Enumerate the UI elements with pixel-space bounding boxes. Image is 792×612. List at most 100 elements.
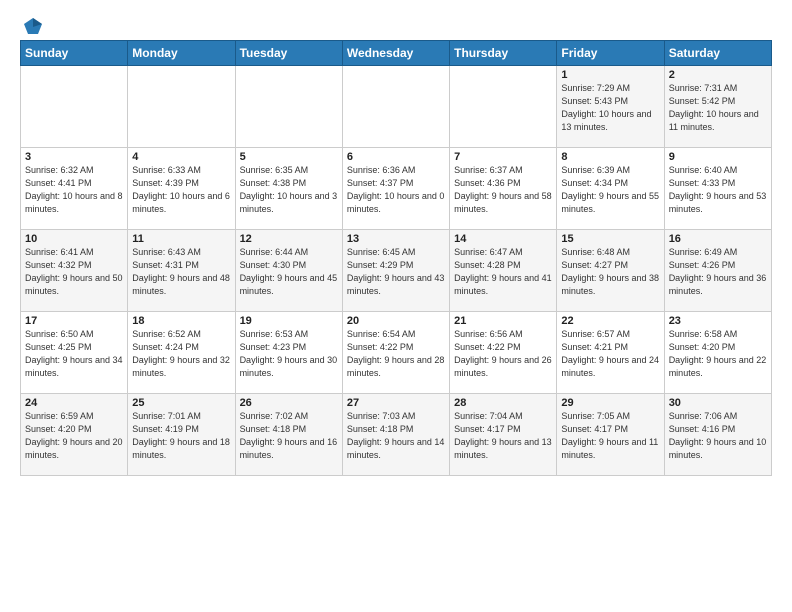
day-info: Sunrise: 7:03 AM Sunset: 4:18 PM Dayligh… <box>347 410 445 462</box>
calendar-day-cell: 14Sunrise: 6:47 AM Sunset: 4:28 PM Dayli… <box>450 230 557 312</box>
day-number: 29 <box>561 397 659 409</box>
day-info: Sunrise: 7:31 AM Sunset: 5:42 PM Dayligh… <box>669 82 767 134</box>
day-number: 23 <box>669 315 767 327</box>
day-info: Sunrise: 6:59 AM Sunset: 4:20 PM Dayligh… <box>25 410 123 462</box>
day-number: 16 <box>669 233 767 245</box>
logo <box>20 16 44 34</box>
day-info: Sunrise: 6:53 AM Sunset: 4:23 PM Dayligh… <box>240 328 338 380</box>
calendar-day-cell: 28Sunrise: 7:04 AM Sunset: 4:17 PM Dayli… <box>450 394 557 476</box>
day-info: Sunrise: 6:39 AM Sunset: 4:34 PM Dayligh… <box>561 164 659 216</box>
calendar-page: SundayMondayTuesdayWednesdayThursdayFrid… <box>0 0 792 612</box>
calendar-day-cell: 23Sunrise: 6:58 AM Sunset: 4:20 PM Dayli… <box>664 312 771 394</box>
day-number: 3 <box>25 151 123 163</box>
day-number: 14 <box>454 233 552 245</box>
day-info: Sunrise: 6:45 AM Sunset: 4:29 PM Dayligh… <box>347 246 445 298</box>
day-number: 30 <box>669 397 767 409</box>
day-info: Sunrise: 7:01 AM Sunset: 4:19 PM Dayligh… <box>132 410 230 462</box>
calendar-day-cell: 2Sunrise: 7:31 AM Sunset: 5:42 PM Daylig… <box>664 66 771 148</box>
day-number: 27 <box>347 397 445 409</box>
day-number: 28 <box>454 397 552 409</box>
day-info: Sunrise: 6:32 AM Sunset: 4:41 PM Dayligh… <box>25 164 123 216</box>
day-info: Sunrise: 6:54 AM Sunset: 4:22 PM Dayligh… <box>347 328 445 380</box>
day-number: 9 <box>669 151 767 163</box>
day-number: 4 <box>132 151 230 163</box>
day-number: 20 <box>347 315 445 327</box>
day-info: Sunrise: 6:33 AM Sunset: 4:39 PM Dayligh… <box>132 164 230 216</box>
day-number: 1 <box>561 69 659 81</box>
calendar-day-cell: 17Sunrise: 6:50 AM Sunset: 4:25 PM Dayli… <box>21 312 128 394</box>
calendar-day-cell: 9Sunrise: 6:40 AM Sunset: 4:33 PM Daylig… <box>664 148 771 230</box>
calendar-day-cell <box>342 66 449 148</box>
day-info: Sunrise: 7:05 AM Sunset: 4:17 PM Dayligh… <box>561 410 659 462</box>
day-number: 25 <box>132 397 230 409</box>
day-number: 24 <box>25 397 123 409</box>
calendar-day-cell: 19Sunrise: 6:53 AM Sunset: 4:23 PM Dayli… <box>235 312 342 394</box>
calendar-day-cell <box>235 66 342 148</box>
day-info: Sunrise: 6:58 AM Sunset: 4:20 PM Dayligh… <box>669 328 767 380</box>
calendar-week-row: 3Sunrise: 6:32 AM Sunset: 4:41 PM Daylig… <box>21 148 772 230</box>
calendar-day-cell: 1Sunrise: 7:29 AM Sunset: 5:43 PM Daylig… <box>557 66 664 148</box>
day-info: Sunrise: 6:50 AM Sunset: 4:25 PM Dayligh… <box>25 328 123 380</box>
day-of-week-wednesday: Wednesday <box>342 41 449 66</box>
calendar-day-cell: 5Sunrise: 6:35 AM Sunset: 4:38 PM Daylig… <box>235 148 342 230</box>
day-info: Sunrise: 7:06 AM Sunset: 4:16 PM Dayligh… <box>669 410 767 462</box>
day-info: Sunrise: 6:36 AM Sunset: 4:37 PM Dayligh… <box>347 164 445 216</box>
day-info: Sunrise: 6:41 AM Sunset: 4:32 PM Dayligh… <box>25 246 123 298</box>
day-info: Sunrise: 6:52 AM Sunset: 4:24 PM Dayligh… <box>132 328 230 380</box>
calendar-day-cell: 10Sunrise: 6:41 AM Sunset: 4:32 PM Dayli… <box>21 230 128 312</box>
day-of-week-tuesday: Tuesday <box>235 41 342 66</box>
day-number: 10 <box>25 233 123 245</box>
calendar-day-cell: 15Sunrise: 6:48 AM Sunset: 4:27 PM Dayli… <box>557 230 664 312</box>
day-number: 21 <box>454 315 552 327</box>
day-info: Sunrise: 6:48 AM Sunset: 4:27 PM Dayligh… <box>561 246 659 298</box>
day-number: 7 <box>454 151 552 163</box>
calendar-day-cell: 7Sunrise: 6:37 AM Sunset: 4:36 PM Daylig… <box>450 148 557 230</box>
day-number: 13 <box>347 233 445 245</box>
day-number: 8 <box>561 151 659 163</box>
calendar-day-cell <box>21 66 128 148</box>
day-of-week-sunday: Sunday <box>21 41 128 66</box>
calendar-day-cell: 26Sunrise: 7:02 AM Sunset: 4:18 PM Dayli… <box>235 394 342 476</box>
day-number: 15 <box>561 233 659 245</box>
logo-flag-icon <box>22 16 44 38</box>
calendar-week-row: 1Sunrise: 7:29 AM Sunset: 5:43 PM Daylig… <box>21 66 772 148</box>
calendar-day-cell: 30Sunrise: 7:06 AM Sunset: 4:16 PM Dayli… <box>664 394 771 476</box>
calendar-day-cell <box>450 66 557 148</box>
calendar-day-cell: 21Sunrise: 6:56 AM Sunset: 4:22 PM Dayli… <box>450 312 557 394</box>
day-info: Sunrise: 7:04 AM Sunset: 4:17 PM Dayligh… <box>454 410 552 462</box>
day-number: 26 <box>240 397 338 409</box>
calendar-day-cell: 11Sunrise: 6:43 AM Sunset: 4:31 PM Dayli… <box>128 230 235 312</box>
day-number: 22 <box>561 315 659 327</box>
day-info: Sunrise: 6:49 AM Sunset: 4:26 PM Dayligh… <box>669 246 767 298</box>
calendar-week-row: 10Sunrise: 6:41 AM Sunset: 4:32 PM Dayli… <box>21 230 772 312</box>
calendar-day-cell: 6Sunrise: 6:36 AM Sunset: 4:37 PM Daylig… <box>342 148 449 230</box>
calendar-day-cell: 29Sunrise: 7:05 AM Sunset: 4:17 PM Dayli… <box>557 394 664 476</box>
calendar-day-cell: 18Sunrise: 6:52 AM Sunset: 4:24 PM Dayli… <box>128 312 235 394</box>
calendar-week-row: 24Sunrise: 6:59 AM Sunset: 4:20 PM Dayli… <box>21 394 772 476</box>
day-info: Sunrise: 6:44 AM Sunset: 4:30 PM Dayligh… <box>240 246 338 298</box>
day-info: Sunrise: 6:35 AM Sunset: 4:38 PM Dayligh… <box>240 164 338 216</box>
day-of-week-thursday: Thursday <box>450 41 557 66</box>
day-of-week-monday: Monday <box>128 41 235 66</box>
calendar-day-cell: 3Sunrise: 6:32 AM Sunset: 4:41 PM Daylig… <box>21 148 128 230</box>
day-of-week-saturday: Saturday <box>664 41 771 66</box>
day-info: Sunrise: 7:29 AM Sunset: 5:43 PM Dayligh… <box>561 82 659 134</box>
day-number: 12 <box>240 233 338 245</box>
calendar-body: 1Sunrise: 7:29 AM Sunset: 5:43 PM Daylig… <box>21 66 772 476</box>
calendar-day-cell: 22Sunrise: 6:57 AM Sunset: 4:21 PM Dayli… <box>557 312 664 394</box>
calendar-header: SundayMondayTuesdayWednesdayThursdayFrid… <box>21 41 772 66</box>
day-info: Sunrise: 6:37 AM Sunset: 4:36 PM Dayligh… <box>454 164 552 216</box>
calendar-day-cell: 24Sunrise: 6:59 AM Sunset: 4:20 PM Dayli… <box>21 394 128 476</box>
calendar-day-cell: 13Sunrise: 6:45 AM Sunset: 4:29 PM Dayli… <box>342 230 449 312</box>
day-number: 11 <box>132 233 230 245</box>
day-of-week-friday: Friday <box>557 41 664 66</box>
day-number: 5 <box>240 151 338 163</box>
day-header-row: SundayMondayTuesdayWednesdayThursdayFrid… <box>21 41 772 66</box>
calendar-table: SundayMondayTuesdayWednesdayThursdayFrid… <box>20 40 772 476</box>
calendar-day-cell: 12Sunrise: 6:44 AM Sunset: 4:30 PM Dayli… <box>235 230 342 312</box>
day-info: Sunrise: 7:02 AM Sunset: 4:18 PM Dayligh… <box>240 410 338 462</box>
day-info: Sunrise: 6:40 AM Sunset: 4:33 PM Dayligh… <box>669 164 767 216</box>
day-number: 17 <box>25 315 123 327</box>
day-info: Sunrise: 6:56 AM Sunset: 4:22 PM Dayligh… <box>454 328 552 380</box>
page-header <box>20 16 772 34</box>
